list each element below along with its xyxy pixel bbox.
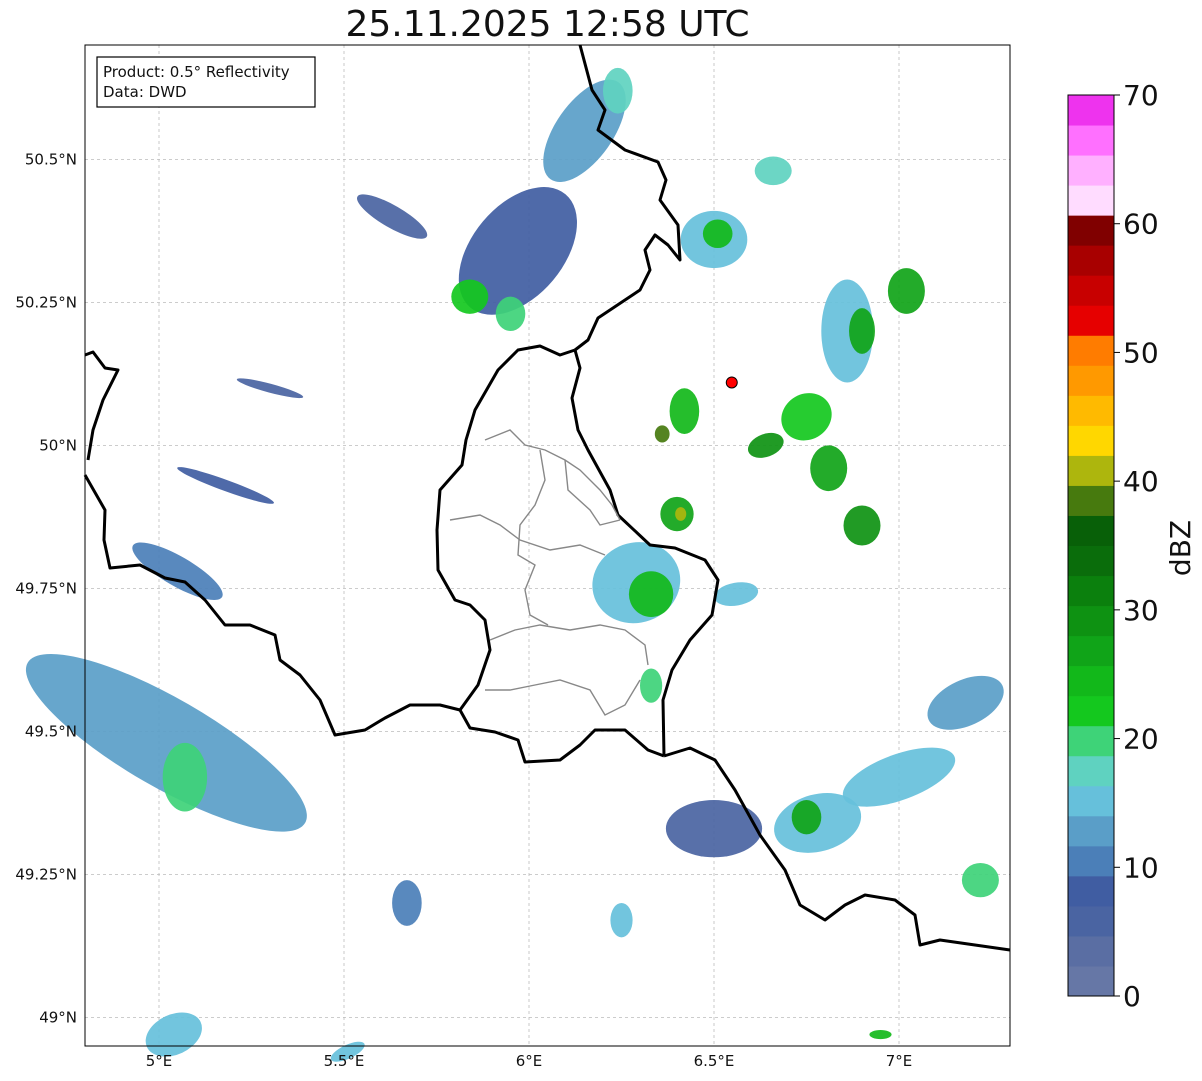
lat-tick-label: 49.75°N: [15, 579, 77, 597]
colorbar-segment: [1068, 545, 1114, 577]
precip-cell: [610, 903, 633, 938]
colorbar-segment: [1068, 395, 1114, 426]
colorbar-segment: [1068, 455, 1114, 486]
colorbar-segment: [1068, 185, 1114, 216]
colorbar-tick-label: 40: [1123, 465, 1159, 498]
colorbar-tick-label: 20: [1123, 723, 1159, 756]
colorbar-segment: [1068, 665, 1114, 697]
colorbar-tick-label: 50: [1123, 336, 1159, 369]
precip-cell: [669, 388, 700, 434]
colorbar-tick-label: 0: [1123, 980, 1141, 1013]
precip-cell: [603, 67, 633, 114]
lat-tick-label: 49.5°N: [25, 722, 77, 740]
colorbar-segment: [1068, 515, 1114, 546]
radar-map-figure: 5°E 5.5°E 6°E 6.5°E 7°E 49°N 49.25°N 49.5°N 49.7…: [15, 44, 1197, 1070]
precip-cell: [961, 862, 999, 898]
colorbar-tick-label: 30: [1123, 594, 1159, 627]
colorbar-segment: [1068, 305, 1114, 336]
colorbar-segment: [1068, 275, 1114, 306]
colorbar-segment: [1068, 425, 1114, 456]
precip-cell: [843, 505, 881, 546]
colorbar-ticks: 0 10 20 30 40 50 60 70: [1114, 79, 1159, 1013]
colorbar-segment: [1068, 635, 1114, 667]
lat-tick-label: 50.25°N: [15, 293, 77, 311]
colorbar-segment: [1068, 335, 1114, 366]
precip-cell: [791, 800, 822, 835]
colorbar-segment: [1068, 215, 1114, 246]
colorbar-segment: [1068, 785, 1114, 817]
colorbar-segment: [1068, 365, 1114, 396]
radar-site-marker: [725, 376, 738, 389]
colorbar-segment: [1068, 485, 1114, 516]
colorbar-segment: [1068, 605, 1114, 637]
map-area: [25, 44, 1011, 1062]
lon-tick-label: 5.5°E: [324, 1052, 365, 1070]
colorbar-segment: [1068, 875, 1114, 907]
precip-cell: [640, 668, 663, 703]
lat-tick-label: 50°N: [39, 436, 77, 454]
colorbar-label: dBZ: [1164, 520, 1197, 576]
colorbar-segment: [1068, 755, 1114, 787]
colorbar-segment: [1068, 245, 1114, 276]
colorbar-segment: [1068, 905, 1114, 937]
info-box: Product: 0.5° Reflectivity Data: DWD: [96, 56, 316, 108]
precip-cell: [628, 571, 674, 617]
colorbar-segment: [1068, 95, 1114, 126]
precip-cell: [675, 507, 687, 521]
lat-tick-label: 50.5°N: [25, 150, 77, 168]
colorbar-segment: [1068, 575, 1114, 607]
precip-cell: [702, 219, 733, 249]
info-product: Product: 0.5° Reflectivity: [103, 63, 290, 81]
lon-tick-label: 6°E: [516, 1052, 543, 1070]
precip-cell: [162, 742, 208, 812]
colorbar-segments: [1068, 95, 1114, 997]
colorbar-segment: [1068, 695, 1114, 727]
colorbar-segment: [1068, 965, 1114, 997]
precip-cell: [849, 308, 875, 354]
precip-cell: [665, 800, 763, 858]
precip-cell: [654, 425, 670, 443]
colorbar-segment: [1068, 125, 1114, 156]
info-data-source: Data: DWD: [103, 83, 187, 101]
precip-cell: [754, 156, 792, 186]
precip-cell: [392, 880, 422, 926]
colorbar-segment: [1068, 155, 1114, 186]
colorbar-segment: [1068, 845, 1114, 877]
precip-cell: [495, 296, 526, 331]
colorbar: 0 10 20 30 40 50 60 70 dBZ: [1067, 79, 1197, 1013]
lon-tick-label: 6.5°E: [694, 1052, 735, 1070]
colorbar-tick-label: 10: [1123, 851, 1159, 884]
lon-tick-label: 5°E: [146, 1052, 173, 1070]
precip-cell: [869, 1029, 892, 1040]
precip-cell: [887, 268, 925, 314]
colorbar-segment: [1068, 815, 1114, 847]
lon-tick-label: 7°E: [886, 1052, 913, 1070]
colorbar-tick-label: 60: [1123, 208, 1159, 241]
precip-cell: [810, 445, 848, 492]
lat-tick-label: 49°N: [39, 1008, 77, 1026]
colorbar-tick-label: 70: [1123, 79, 1159, 112]
colorbar-segment: [1068, 935, 1114, 967]
lat-tick-label: 49.25°N: [15, 865, 77, 883]
precip-cell: [451, 279, 489, 314]
colorbar-segment: [1068, 725, 1114, 757]
